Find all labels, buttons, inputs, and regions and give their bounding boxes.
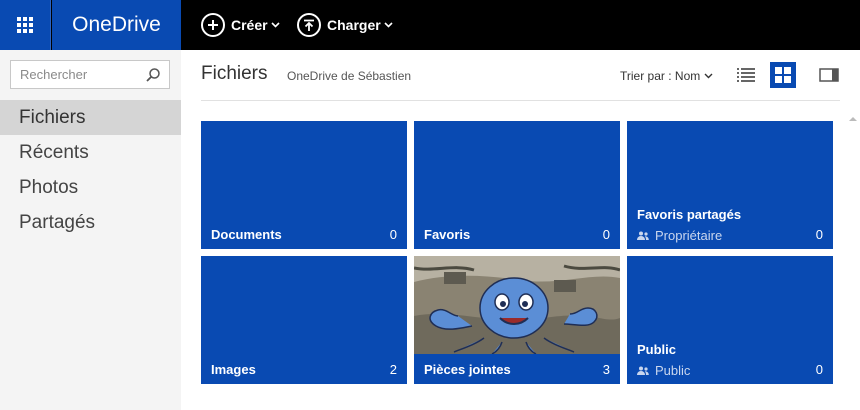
- chevron-down-icon: [271, 22, 280, 28]
- list-view-icon: [737, 68, 755, 82]
- tile-name: Documents: [211, 227, 282, 242]
- tile-count: 0: [389, 227, 397, 242]
- tile-name: Favoris: [424, 227, 471, 242]
- search-icon[interactable]: [145, 67, 161, 83]
- tiles-view-button[interactable]: [770, 62, 796, 88]
- waffle-icon: [17, 17, 33, 33]
- tile-sub-label: Propriétaire: [655, 228, 723, 243]
- breadcrumb[interactable]: OneDrive de Sébastien: [287, 69, 411, 83]
- tile-count: 0: [602, 227, 610, 242]
- tile-name: Public: [637, 342, 677, 357]
- sort-label: Trier par : Nom: [620, 69, 701, 83]
- nav-item-shared[interactable]: Partagés: [0, 205, 181, 240]
- app-launcher-button[interactable]: [0, 0, 51, 50]
- tile-count: 0: [815, 362, 823, 377]
- create-label: Créer: [231, 17, 268, 33]
- upload-button[interactable]: Charger: [297, 0, 393, 50]
- chevron-down-icon: [704, 73, 713, 79]
- left-nav: Fichiers Récents Photos Partagés: [0, 50, 181, 410]
- app-title[interactable]: OneDrive: [52, 0, 181, 50]
- tile-count: 2: [389, 362, 397, 377]
- upload-label: Charger: [327, 17, 381, 33]
- scroll-up-arrow-icon[interactable]: [848, 114, 858, 124]
- folder-tile-documents[interactable]: Documents 0: [201, 121, 407, 249]
- tile-name: Images: [211, 362, 256, 377]
- tile-count: 0: [815, 227, 823, 242]
- nav-list: Fichiers Récents Photos Partagés: [0, 100, 181, 240]
- search-input[interactable]: [11, 61, 141, 88]
- create-button[interactable]: Créer: [201, 0, 280, 50]
- nav-item-recent[interactable]: Récents: [0, 135, 181, 170]
- people-icon: [637, 366, 649, 375]
- nav-item-photos[interactable]: Photos: [0, 170, 181, 205]
- tiles-view-icon: [775, 67, 791, 83]
- tile-name: Favoris partagés: [637, 207, 742, 222]
- details-pane-icon: [819, 68, 839, 82]
- people-icon: [637, 231, 649, 240]
- header-divider: [201, 100, 840, 101]
- tile-sharing-status: Public: [637, 363, 690, 378]
- plus-icon: [201, 13, 225, 37]
- folder-tile-shared-favorites[interactable]: Favoris partagés Propriétaire 0: [627, 121, 833, 249]
- list-view-button[interactable]: [733, 62, 759, 88]
- graffiti-octopus-thumbnail: [414, 256, 620, 354]
- upload-icon: [297, 13, 321, 37]
- nav-item-files[interactable]: Fichiers: [0, 100, 181, 135]
- folder-tile-public[interactable]: Public Public 0: [627, 256, 833, 384]
- chevron-down-icon: [384, 22, 393, 28]
- tile-sub-label: Public: [655, 363, 691, 378]
- top-bar: OneDrive Créer Charger: [0, 0, 860, 50]
- sort-dropdown[interactable]: Trier par : Nom: [620, 69, 713, 83]
- folder-tile-favorites[interactable]: Favoris 0: [414, 121, 620, 249]
- search-box: [10, 60, 170, 89]
- tile-name: Pièces jointes: [424, 362, 511, 377]
- tile-sharing-status: Propriétaire: [637, 228, 722, 243]
- page-title: Fichiers: [201, 63, 268, 84]
- folder-tile-attachments[interactable]: Pièces jointes 3: [414, 256, 620, 384]
- tile-count: 3: [602, 362, 610, 377]
- folder-tile-images[interactable]: Images 2: [201, 256, 407, 384]
- details-pane-button[interactable]: [816, 62, 842, 88]
